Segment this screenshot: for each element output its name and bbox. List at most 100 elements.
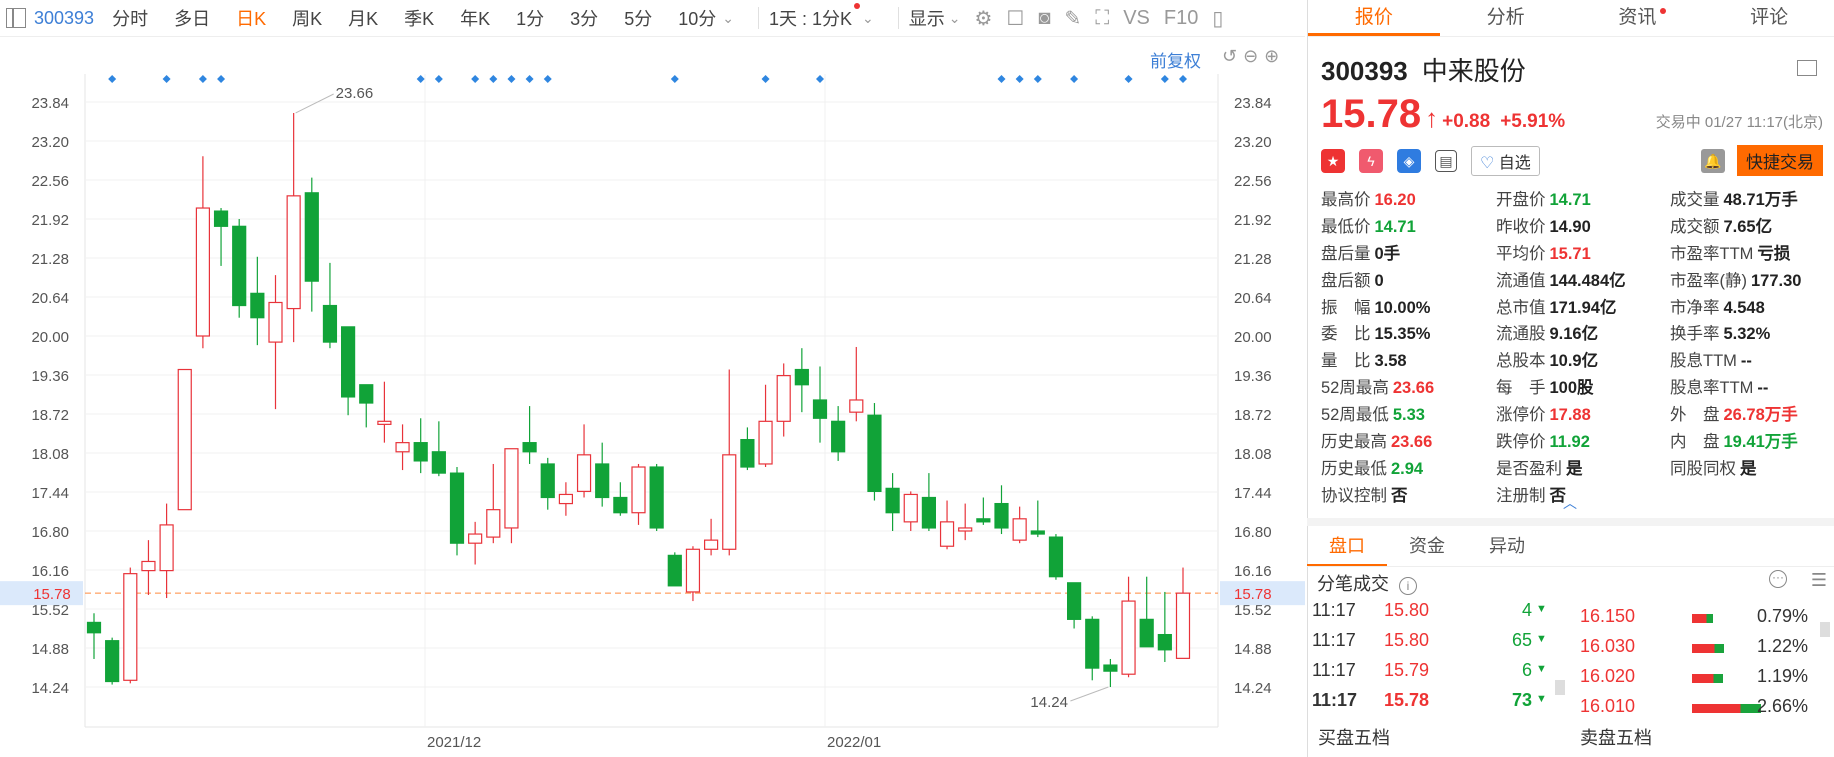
stat-label: 平均价 xyxy=(1496,244,1546,263)
scrollbar[interactable] xyxy=(1820,622,1830,637)
square-draw-icon[interactable]: ☐ xyxy=(1006,6,1024,31)
stock-title: 300393 中来股份 xyxy=(1321,51,1823,88)
tab-10min[interactable]: 10分 xyxy=(678,5,716,31)
stat-value: 15.71 xyxy=(1549,244,1591,263)
quick-trade-button[interactable]: 快捷交易 xyxy=(1737,145,1823,176)
menu-icon[interactable] xyxy=(1797,60,1817,76)
kline-chart[interactable]: 23.84 23.84 23.20 23.20 22.56 22.56 21.92 21.92… xyxy=(0,37,1305,757)
y-tick-left: 21.92 xyxy=(31,212,69,229)
orderbook-tabs: 盘口 资金 异动 xyxy=(1307,526,1834,567)
tab-1min[interactable]: 1分 xyxy=(516,5,544,31)
ask-row: 16.150 0.79% xyxy=(1580,606,1830,636)
stock-code-link[interactable]: 300393 xyxy=(34,8,94,29)
stat-cell: 股息TTM -- xyxy=(1670,347,1830,370)
tab-quote[interactable]: 报价 xyxy=(1308,0,1440,36)
stat-value: 23.66 xyxy=(1392,379,1435,398)
stat-cell: 52周最低 5.33 xyxy=(1321,401,1496,424)
current-price-tag-left: 15.78 xyxy=(33,586,71,603)
trade-price: 15.78 xyxy=(1384,690,1430,710)
panel-toggle-icon[interactable]: ▯ xyxy=(1212,6,1223,31)
stock-actions: ★ ϟ ◈ ▤ ♡ 自选 🔔 快捷交易 xyxy=(1308,145,1834,176)
candle-body xyxy=(849,399,864,413)
candle-body xyxy=(958,527,973,532)
stat-value: 2.94 xyxy=(1391,459,1424,478)
stat-value: 是 xyxy=(1566,459,1583,478)
tab-multi-day[interactable]: 多日 xyxy=(174,5,210,31)
candle-body xyxy=(1048,536,1064,578)
candle-body xyxy=(1103,664,1118,672)
tab-funds[interactable]: 资金 xyxy=(1387,526,1467,566)
collapse-chevron-icon[interactable]: ︿ xyxy=(1563,493,1577,513)
stat-value: 11.92 xyxy=(1549,433,1590,451)
camera-icon[interactable]: ◙ xyxy=(1038,7,1050,30)
bookmark-icon[interactable]: ▤ xyxy=(1435,149,1457,172)
tab-5min[interactable]: 5分 xyxy=(624,5,652,31)
tab-yearly-k[interactable]: 年K xyxy=(460,5,490,31)
candle-body xyxy=(631,466,646,514)
y-tick-right: 22.56 xyxy=(1234,173,1272,190)
ask-distribution: 16.150 0.79% 16.030 1.22% 16.020 1.19% 16.010 2… xyxy=(1580,606,1830,726)
display-menu[interactable]: 显示 xyxy=(909,5,945,31)
stat-cell: 同股同权是 xyxy=(1670,455,1830,478)
more-icon[interactable]: ··· xyxy=(1769,570,1787,588)
compare-vs-button[interactable]: VS xyxy=(1123,7,1150,30)
tab-comments[interactable]: 评论 xyxy=(1703,0,1834,36)
notification-dot xyxy=(854,3,860,9)
chevron-down-icon[interactable]: ⌄ xyxy=(862,10,874,27)
event-marker xyxy=(507,75,516,83)
chevron-down-icon[interactable]: ⌄ xyxy=(722,10,734,27)
adjust-mode-button[interactable]: 前复权 xyxy=(1150,47,1201,72)
chevron-down-icon[interactable]: ⌄ xyxy=(949,10,961,27)
fullscreen-icon[interactable]: ⛶ xyxy=(1095,7,1109,30)
candle-body xyxy=(649,466,664,529)
tab-minute[interactable]: 分时 xyxy=(112,5,148,31)
event-marker xyxy=(543,75,552,83)
pen-icon[interactable]: ✎ xyxy=(1064,6,1081,31)
period-select[interactable]: 1天 : 1分K xyxy=(769,5,852,31)
low-annotation-line xyxy=(1070,686,1109,702)
tab-news[interactable]: 资讯 xyxy=(1572,0,1704,36)
event-marker xyxy=(434,75,443,83)
y-tick-right: 14.88 xyxy=(1234,641,1272,658)
candle-body xyxy=(540,463,555,499)
f10-button[interactable]: F10 xyxy=(1164,7,1198,30)
up-arrow-icon: ↑ xyxy=(1425,103,1439,133)
info-icon[interactable]: i xyxy=(1399,577,1417,595)
y-tick-right: 14.24 xyxy=(1234,680,1272,697)
trade-time: 11:17 xyxy=(1312,600,1356,620)
candle-body xyxy=(976,518,991,523)
list-view-icon[interactable]: ☰ xyxy=(1811,570,1827,591)
divider xyxy=(757,7,759,29)
tab-monthly-k[interactable]: 月K xyxy=(348,5,378,31)
sidebar-toggle-icon[interactable] xyxy=(6,8,26,28)
tab-quarterly-k[interactable]: 季K xyxy=(404,5,434,31)
y-tick-right: 23.84 xyxy=(1234,95,1272,112)
trade-row: 11:17 15.79 6 ▼ xyxy=(1312,660,1547,690)
alert-bell-icon[interactable]: 🔔 xyxy=(1701,148,1725,173)
add-watchlist-button[interactable]: ♡ 自选 xyxy=(1471,145,1540,176)
event-marker xyxy=(1160,75,1169,83)
candle-body xyxy=(576,454,592,492)
trade-volume: 65 xyxy=(1511,630,1532,650)
tab-3min[interactable]: 3分 xyxy=(570,5,598,31)
sell-five-levels: 卖盘五档 xyxy=(1580,728,1652,748)
chart-grid xyxy=(84,74,1219,728)
zoom-controls[interactable]: ↺⊖⊕ xyxy=(1222,46,1285,67)
tab-movement[interactable]: 异动 xyxy=(1467,526,1547,566)
tab-weekly-k[interactable]: 周K xyxy=(292,5,322,31)
y-tick-left: 16.80 xyxy=(31,524,69,541)
stat-value: 19.41万手 xyxy=(1723,433,1798,451)
tab-orderbook[interactable]: 盘口 xyxy=(1307,526,1387,566)
quote-tabs: 报价 分析 资讯 评论 xyxy=(1308,0,1834,37)
tab-daily-k[interactable]: 日K xyxy=(236,5,266,31)
y-tick-left: 19.36 xyxy=(31,368,69,385)
kline-svg[interactable]: 23.84 23.84 23.20 23.20 22.56 22.56 21.92 21.92… xyxy=(0,37,1305,757)
scrollbar[interactable] xyxy=(1555,680,1565,695)
stat-value: 5.33 xyxy=(1392,406,1425,425)
stat-value: 5.32% xyxy=(1723,325,1771,344)
stat-cell: 市盈率(静) 177.30 xyxy=(1670,267,1830,290)
settings-gear-icon[interactable]: ⚙ xyxy=(974,6,992,31)
stat-cell: 总股本 10.9亿 xyxy=(1496,347,1670,370)
y-tick-left: 14.88 xyxy=(31,641,69,658)
tab-analysis[interactable]: 分析 xyxy=(1440,0,1572,36)
